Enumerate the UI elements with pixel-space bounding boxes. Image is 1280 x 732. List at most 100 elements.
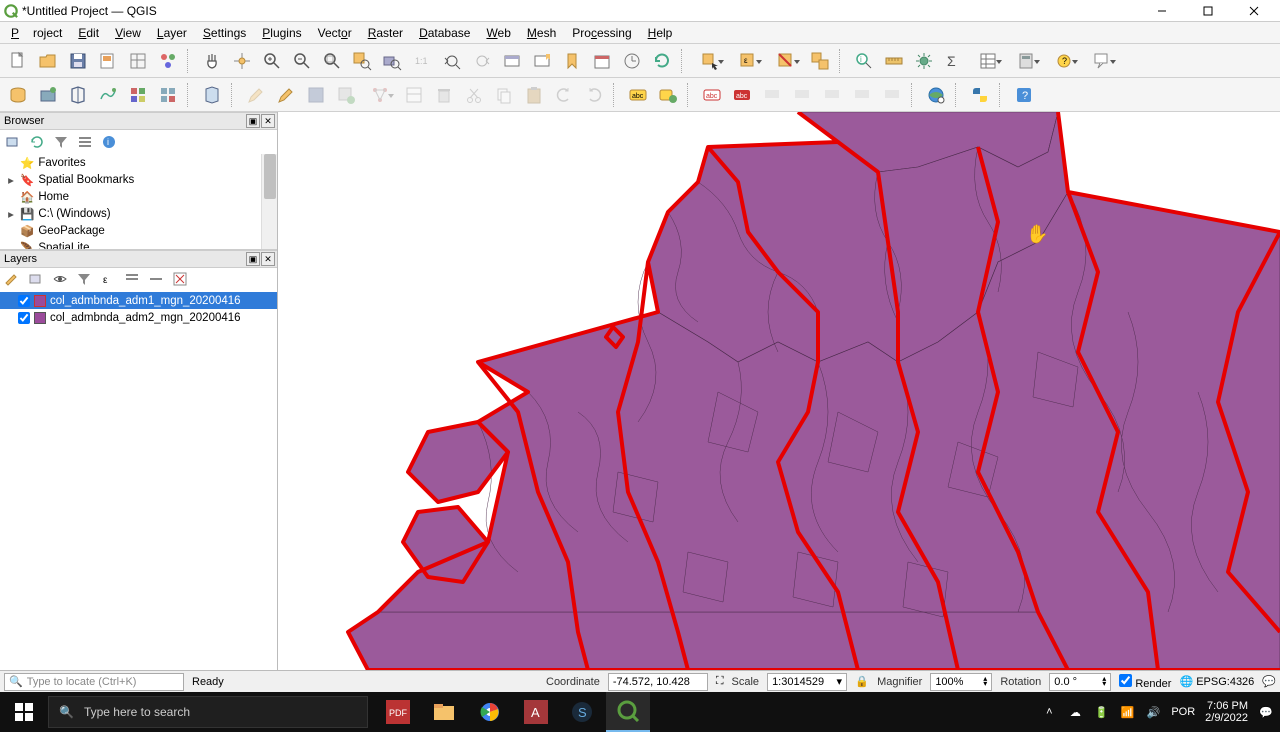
tree-cdrive[interactable]: ▸💾C:\ (Windows) (0, 205, 277, 222)
panel-float-icon[interactable]: ▣ (246, 252, 260, 266)
layers-collapse-icon[interactable] (148, 271, 166, 289)
layer-row[interactable]: col_admbnda_adm1_mgn_20200416 (0, 292, 277, 309)
tree-geopackage[interactable]: 📦GeoPackage (0, 222, 277, 239)
edits-icon[interactable] (242, 81, 270, 109)
messages-icon[interactable]: 💬 (1262, 675, 1276, 688)
maptips-icon[interactable]: ? (1046, 47, 1082, 75)
new-project-icon[interactable] (4, 47, 32, 75)
label-rotate-icon[interactable] (788, 81, 816, 109)
start-button[interactable] (0, 692, 48, 732)
new-spatialite-icon[interactable] (94, 81, 122, 109)
panel-float-icon[interactable]: ▣ (246, 114, 260, 128)
menu-edit[interactable]: Edit (71, 24, 106, 42)
tree-favorites[interactable]: ⭐Favorites (0, 154, 277, 171)
metasearch-icon[interactable] (922, 81, 950, 109)
annotation-icon[interactable] (1084, 47, 1120, 75)
layers-visibility-icon[interactable] (52, 271, 70, 289)
layers-filter-icon[interactable] (76, 271, 94, 289)
new-mssql-icon[interactable] (154, 81, 182, 109)
measure-icon[interactable] (880, 47, 908, 75)
toggle-editing-icon[interactable] (272, 81, 300, 109)
label-move-icon[interactable] (758, 81, 786, 109)
save-project-icon[interactable] (64, 47, 92, 75)
taskbar-app-chrome[interactable] (468, 692, 512, 732)
taskbar-app-access[interactable]: A (514, 692, 558, 732)
bookmark-icon[interactable] (558, 47, 586, 75)
label-highlight-icon[interactable]: abc (698, 81, 726, 109)
taskbar-app-explorer[interactable] (422, 692, 466, 732)
filter-browser-icon[interactable] (52, 133, 70, 151)
crs-button[interactable]: 🌐 EPSG:4326 (1179, 675, 1254, 688)
tray-volume-icon[interactable]: 🔊 (1145, 704, 1161, 720)
tray-language[interactable]: POR (1171, 706, 1195, 718)
modify-attrs-icon[interactable] (400, 81, 428, 109)
label-show-icon[interactable] (818, 81, 846, 109)
tray-onedrive-icon[interactable]: ☁ (1067, 704, 1083, 720)
field-calc-icon[interactable] (1008, 47, 1044, 75)
tray-chevron-icon[interactable]: ˄ (1041, 704, 1057, 720)
add-layer-icon[interactable] (4, 133, 22, 151)
style-manager-icon[interactable] (154, 47, 182, 75)
panel-close-icon[interactable]: ✕ (261, 114, 275, 128)
new-shapefile-icon[interactable] (64, 81, 92, 109)
layers-remove-icon[interactable] (172, 271, 190, 289)
menu-layer[interactable]: Layer (150, 24, 194, 42)
open-data-source-icon[interactable] (4, 81, 32, 109)
cut-icon[interactable] (460, 81, 488, 109)
copy-icon[interactable] (490, 81, 518, 109)
add-feature-icon[interactable] (332, 81, 360, 109)
layers-style-icon[interactable] (4, 271, 22, 289)
coordinate-field[interactable]: -74.572, 10.428 (608, 673, 708, 691)
layout-manager-icon[interactable] (124, 47, 152, 75)
pan-selection-icon[interactable] (228, 47, 256, 75)
browser-tree[interactable]: ⭐Favorites ▸🔖Spatial Bookmarks 🏠Home ▸💾C… (0, 154, 277, 250)
tray-clock[interactable]: 7:06 PM 2/9/2022 (1205, 700, 1248, 724)
zoom-native-icon[interactable]: 1:1 (408, 47, 436, 75)
paste-icon[interactable] (520, 81, 548, 109)
map-canvas[interactable]: ✋ (278, 112, 1280, 670)
zoom-out-icon[interactable] (288, 47, 316, 75)
label-pin-icon[interactable]: abc (728, 81, 756, 109)
label-toggle-icon[interactable] (878, 81, 906, 109)
label-abc-icon[interactable]: abc (624, 81, 652, 109)
scale-field[interactable]: 1:3014529▾ (767, 673, 847, 691)
new-virtual-layer-icon[interactable] (124, 81, 152, 109)
menu-help[interactable]: Help (641, 24, 680, 42)
select-all-icon[interactable] (806, 47, 834, 75)
menu-processing[interactable]: Processing (565, 24, 638, 42)
refresh-browser-icon[interactable] (28, 133, 46, 151)
taskbar-search[interactable]: 🔍 Type here to search (48, 696, 368, 728)
label-diagram-icon[interactable] (654, 81, 682, 109)
taskbar-app-s[interactable]: S (560, 692, 604, 732)
close-button[interactable] (1240, 1, 1268, 21)
menu-mesh[interactable]: Mesh (520, 24, 563, 42)
temporal-controller-icon[interactable] (618, 47, 646, 75)
new-layout-icon[interactable] (94, 47, 122, 75)
tree-home[interactable]: 🏠Home (0, 188, 277, 205)
locator-input[interactable]: 🔍 Type to locate (Ctrl+K) (4, 673, 184, 691)
tray-battery-icon[interactable]: 🔋 (1093, 704, 1109, 720)
identify-icon[interactable]: i (850, 47, 878, 75)
magnifier-field[interactable]: 100%▴▾ (930, 673, 992, 691)
undo-icon[interactable] (550, 81, 578, 109)
layer-visibility-checkbox[interactable] (18, 312, 30, 324)
attributes-table-icon[interactable] (970, 47, 1006, 75)
new-geopackage-icon[interactable] (34, 81, 62, 109)
deselect-icon[interactable] (768, 47, 804, 75)
menu-view[interactable]: View (108, 24, 148, 42)
tray-wifi-icon[interactable]: 📶 (1119, 704, 1135, 720)
zoom-last-icon[interactable] (438, 47, 466, 75)
layers-expression-icon[interactable]: ε (100, 271, 118, 289)
render-checkbox[interactable]: Render (1119, 674, 1171, 690)
save-edits-icon[interactable] (302, 81, 330, 109)
menu-raster[interactable]: Raster (361, 24, 410, 42)
menu-vector[interactable]: Vector (311, 24, 359, 42)
temporal-icon[interactable] (588, 47, 616, 75)
minimize-button[interactable] (1148, 1, 1176, 21)
open-project-icon[interactable] (34, 47, 62, 75)
new-map-view-icon[interactable] (498, 47, 526, 75)
lock-icon[interactable]: 🔒 (855, 675, 869, 688)
properties-widget-icon[interactable]: i (100, 133, 118, 151)
browser-panel-header[interactable]: Browser ▣✕ (0, 112, 277, 130)
layers-expand-icon[interactable] (124, 271, 142, 289)
